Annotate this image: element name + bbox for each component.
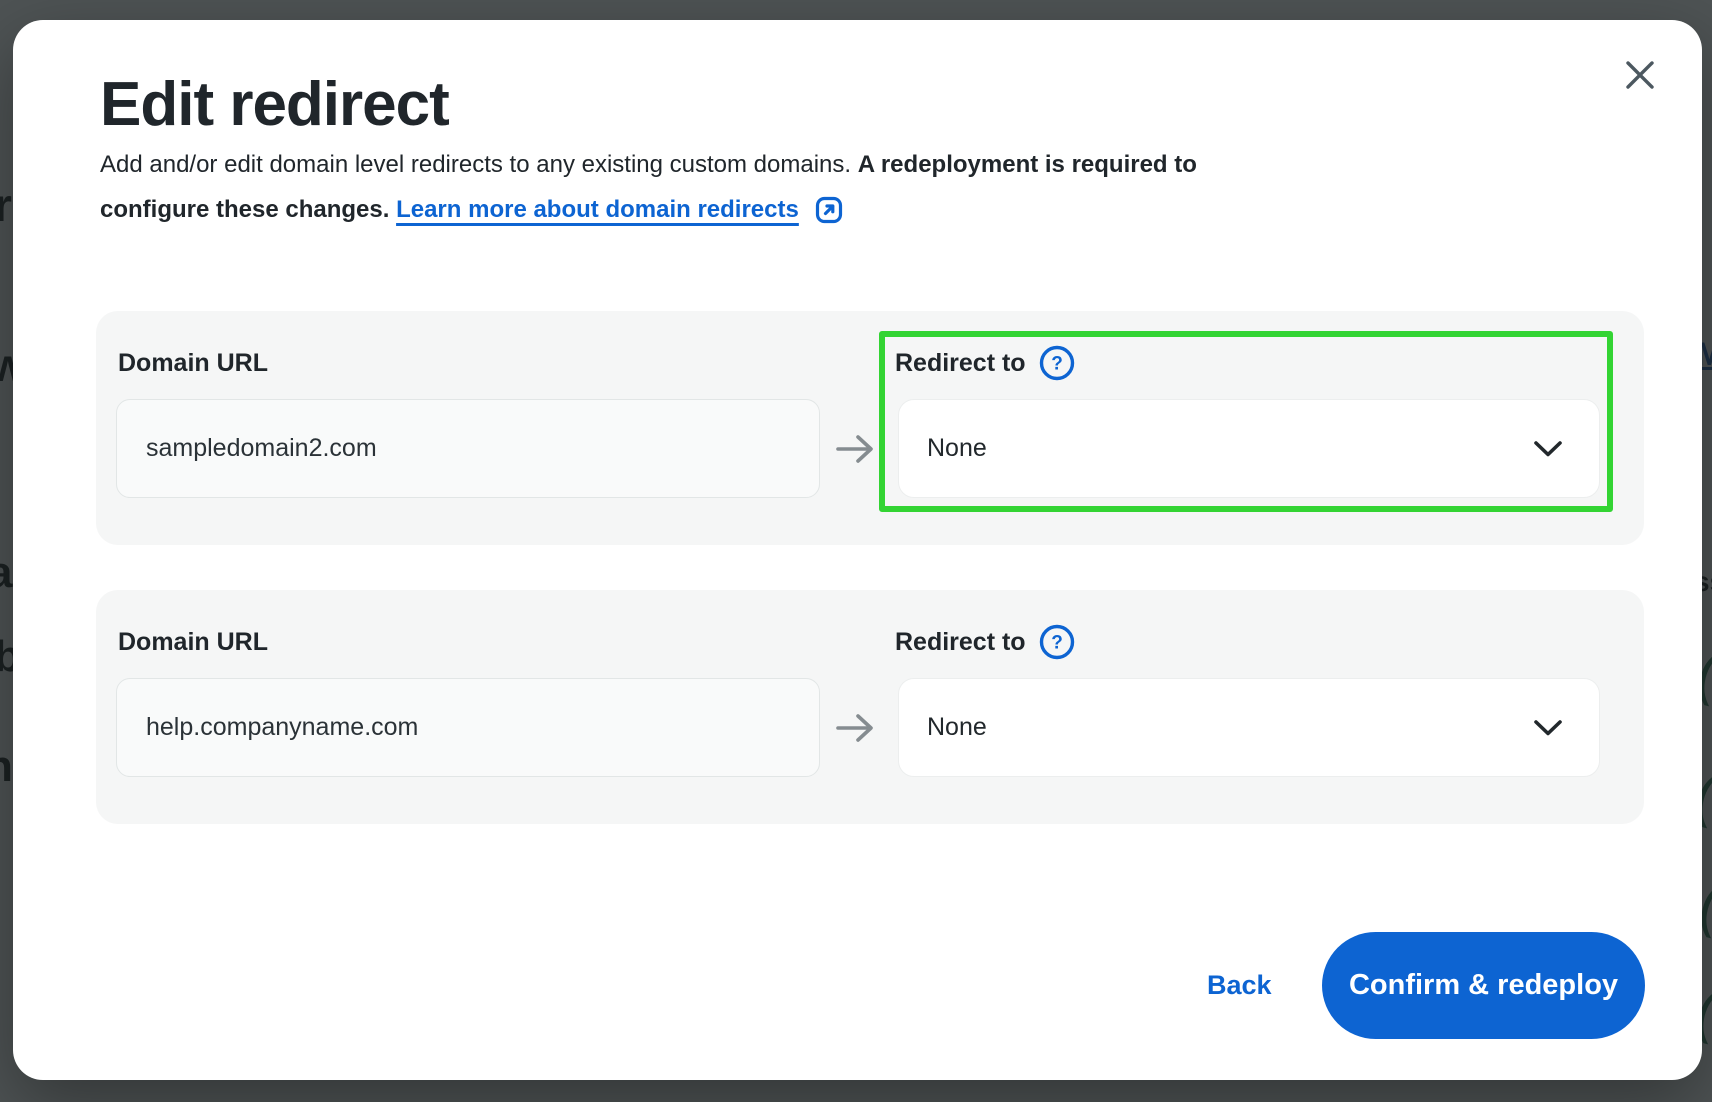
redirect-to-select[interactable]: None	[898, 678, 1600, 777]
redirect-to-label: Redirect to	[895, 626, 1026, 658]
domain-url-value: help.companyname.com	[146, 713, 418, 742]
description-bold-text: configure these changes.	[100, 196, 396, 224]
redirect-to-selected-value: None	[927, 713, 1533, 742]
edit-redirect-dialog: Edit redirect Add and/or edit domain lev…	[13, 20, 1702, 1080]
learn-more-link[interactable]: Learn more about domain redirects	[396, 195, 844, 225]
redirect-to-select[interactable]: None	[898, 399, 1600, 498]
chevron-down-icon	[1533, 440, 1563, 458]
close-icon[interactable]	[1616, 51, 1664, 99]
dialog-description: Add and/or edit domain level redirects t…	[100, 142, 1197, 232]
help-question-icon[interactable]: ?	[1038, 344, 1076, 382]
description-text: Add and/or edit domain level redirects t…	[100, 151, 858, 179]
arrow-right-icon	[832, 710, 880, 746]
redirect-row: Domain URL help.companyname.com Redirect…	[96, 590, 1644, 824]
redirect-row: Domain URL sampledomain2.com Redirect to…	[96, 311, 1644, 545]
back-button[interactable]: Back	[1207, 968, 1272, 1002]
domain-url-input[interactable]: help.companyname.com	[116, 678, 820, 777]
redirect-to-label: Redirect to	[895, 347, 1026, 379]
domain-url-input[interactable]: sampledomain2.com	[116, 399, 820, 498]
domain-url-value: sampledomain2.com	[146, 434, 377, 463]
external-link-icon	[814, 195, 844, 225]
confirm-redeploy-button[interactable]: Confirm & redeploy	[1322, 932, 1645, 1039]
domain-url-label: Domain URL	[118, 626, 268, 658]
domain-url-label: Domain URL	[118, 347, 268, 379]
description-bold-text: A redeployment is required to	[858, 151, 1197, 179]
svg-text:?: ?	[1051, 354, 1063, 375]
help-question-icon[interactable]: ?	[1038, 623, 1076, 661]
arrow-right-icon	[832, 431, 880, 467]
page-title: Edit redirect	[100, 68, 449, 142]
redirect-to-selected-value: None	[927, 434, 1533, 463]
svg-text:?: ?	[1051, 633, 1063, 654]
chevron-down-icon	[1533, 719, 1563, 737]
